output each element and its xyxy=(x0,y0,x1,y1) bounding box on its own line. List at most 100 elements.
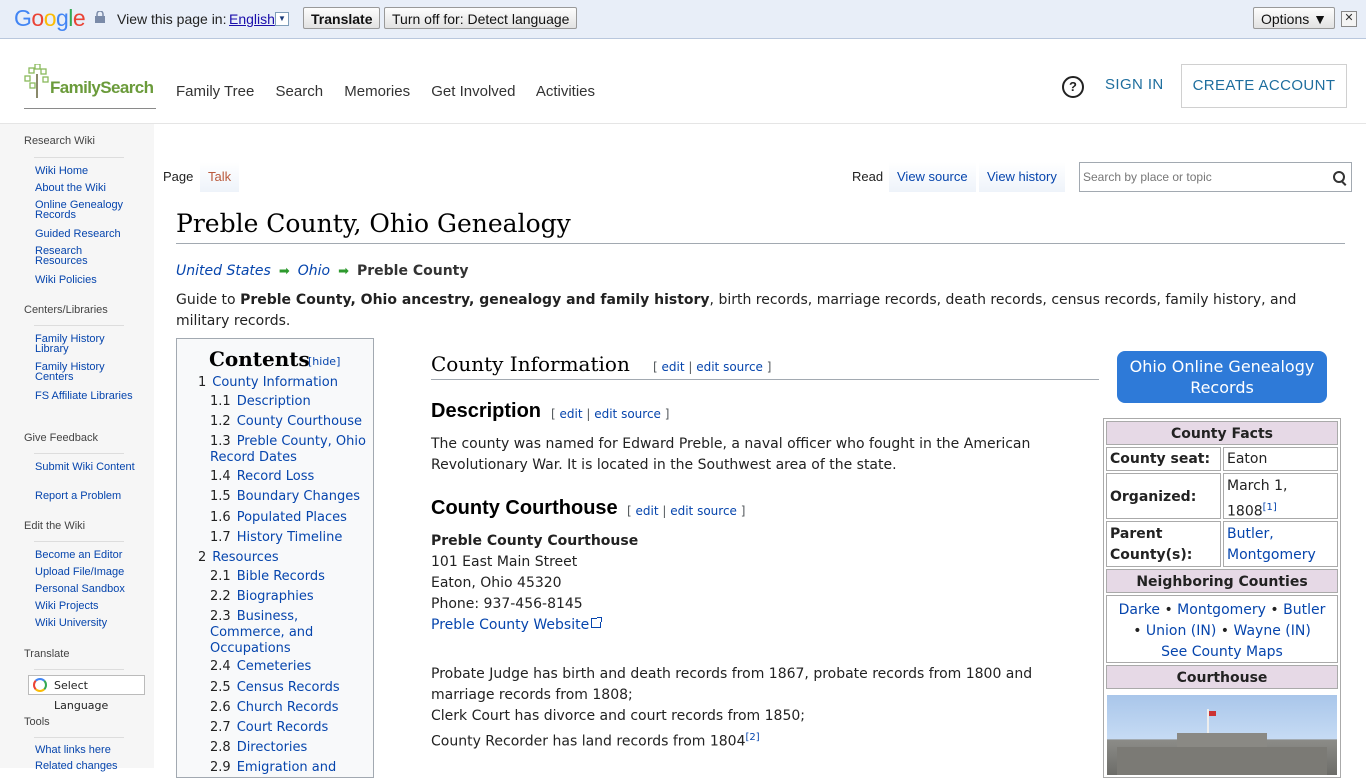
toc-hide-toggle[interactable]: [hide] xyxy=(308,355,340,368)
translate-bar: Google View this page in: English ▼ Tran… xyxy=(0,0,1366,39)
sidebar-item-wiki-university[interactable]: Wiki University xyxy=(35,618,135,629)
sidebar-item-guided-research[interactable]: Guided Research xyxy=(35,229,135,240)
toc-item[interactable]: 1.1 Description xyxy=(210,394,311,410)
toc-item[interactable]: 2.4 Cemeteries xyxy=(210,659,311,675)
toc-item[interactable]: 1 County Information xyxy=(198,375,338,391)
tab-read[interactable]: Read xyxy=(844,162,892,192)
nav-get-involved[interactable]: Get Involved xyxy=(431,83,515,100)
sign-in-link[interactable]: SIGN IN xyxy=(1105,76,1164,93)
sidebar-item-submit-content[interactable]: Submit Wiki Content xyxy=(35,462,135,473)
search-input[interactable]: Search by place or topic xyxy=(1079,162,1352,192)
toc-item[interactable]: 1.5 Boundary Changes xyxy=(210,489,360,505)
toc-num: 1.3 xyxy=(210,434,231,449)
sidebar-heading-tools: Tools xyxy=(24,716,50,728)
reference-link[interactable]: [1] xyxy=(1263,502,1277,513)
tab-view-source[interactable]: View source xyxy=(889,162,976,192)
organized-value: March 1, 1808[1] xyxy=(1223,473,1338,520)
help-icon[interactable]: ? xyxy=(1062,76,1084,98)
language-link[interactable]: English xyxy=(229,11,275,27)
toc-item[interactable]: 2.9 Emigration and xyxy=(210,760,336,776)
close-icon[interactable]: ✕ xyxy=(1341,11,1357,27)
toc-item[interactable]: 1.3 Preble County, Ohio Record Dates xyxy=(210,434,370,466)
select-language-dropdown[interactable]: Select Language xyxy=(28,675,145,712)
section-heading-county-info: County Information xyxy=(431,352,630,376)
search-icon[interactable] xyxy=(1333,171,1345,183)
neighbor-link[interactable]: Wayne (IN) xyxy=(1234,623,1311,639)
tab-talk[interactable]: Talk xyxy=(200,162,240,192)
language-dropdown-icon[interactable]: ▼ xyxy=(275,12,289,26)
sidebar-item-wiki-projects[interactable]: Wiki Projects xyxy=(35,601,135,612)
sidebar-item-sandbox[interactable]: Personal Sandbox xyxy=(35,584,135,595)
toc-title: Contents xyxy=(209,347,310,371)
edit-source-link[interactable]: edit source xyxy=(696,360,763,374)
toc-item[interactable]: 2.8 Directories xyxy=(210,740,307,756)
neighbor-link[interactable]: Montgomery xyxy=(1177,602,1266,618)
toc-item[interactable]: 1.2 County Courthouse xyxy=(210,414,362,430)
sidebar-item-research-resources[interactable]: Research Resources xyxy=(35,246,135,267)
ohio-online-records-button[interactable]: Ohio Online Genealogy Records xyxy=(1117,351,1327,403)
sidebar-item-report-problem[interactable]: Report a Problem xyxy=(35,491,135,502)
sidebar-item-related-changes[interactable]: Related changes xyxy=(35,761,135,772)
seat-value: Eaton xyxy=(1223,447,1338,471)
familysearch-logo[interactable]: FamilySearch xyxy=(24,64,156,109)
neighbor-link[interactable]: Darke xyxy=(1119,602,1160,618)
breadcrumb-united-states[interactable]: United States xyxy=(176,263,271,279)
toc-num: 1 xyxy=(198,375,207,390)
logo-text: FamilySearch xyxy=(50,78,154,97)
toc-item[interactable]: 2.3 Business, Commerce, and Occupations xyxy=(210,609,350,657)
sidebar-item-what-links-here[interactable]: What links here xyxy=(35,745,135,756)
parent-county-link[interactable]: Butler, xyxy=(1227,526,1274,542)
toc-label: Directories xyxy=(236,740,308,755)
sidebar-item-fh-library[interactable]: Family History Library xyxy=(35,334,135,355)
neighbor-link[interactable]: Butler xyxy=(1283,602,1325,618)
county-website-link[interactable]: Preble County Website xyxy=(431,617,603,633)
turn-off-button[interactable]: Turn off for: Detect language xyxy=(384,7,578,29)
toc-label: Preble County, Ohio Record Dates xyxy=(210,434,366,465)
toc-item[interactable]: 2.6 Church Records xyxy=(210,700,339,716)
edit-link[interactable]: edit xyxy=(636,504,659,518)
table-of-contents: Contents [hide] 1 County Information 1.1 D… xyxy=(176,338,374,778)
page-title: Preble County, Ohio Genealogy xyxy=(176,209,571,238)
toc-item[interactable]: 1.7 History Timeline xyxy=(210,530,342,546)
edit-link[interactable]: edit xyxy=(662,360,685,374)
parent-county-link[interactable]: Montgomery xyxy=(1227,547,1316,563)
nav-memories[interactable]: Memories xyxy=(344,83,410,100)
edit-source-link[interactable]: edit source xyxy=(670,504,737,518)
nav-activities[interactable]: Activities xyxy=(536,83,595,100)
create-account-button[interactable]: CREATE ACCOUNT xyxy=(1181,64,1347,108)
toc-item[interactable]: 1.6 Populated Places xyxy=(210,510,347,526)
options-button[interactable]: Options ▼ xyxy=(1253,7,1335,29)
sidebar-item-upload-file[interactable]: Upload File/Image xyxy=(35,567,135,578)
neighbor-link[interactable]: Union (IN) xyxy=(1146,623,1216,639)
reference-link[interactable]: [2] xyxy=(746,732,760,743)
edit-link[interactable]: edit xyxy=(560,407,583,421)
translate-button[interactable]: Translate xyxy=(303,7,381,29)
sidebar-item-wiki-home[interactable]: Wiki Home xyxy=(35,166,135,177)
nav-family-tree[interactable]: Family Tree xyxy=(176,83,254,100)
toc-item[interactable]: 1.4 Record Loss xyxy=(210,469,314,485)
sidebar-item-affiliate-libraries[interactable]: FS Affiliate Libraries xyxy=(35,391,135,402)
toc-item[interactable]: 2.5 Census Records xyxy=(210,680,340,696)
tab-view-history[interactable]: View history xyxy=(979,162,1065,192)
sidebar-heading-feedback: Give Feedback xyxy=(24,432,98,444)
toc-item[interactable]: 2.7 Court Records xyxy=(210,720,328,736)
sidebar-item-become-editor[interactable]: Become an Editor xyxy=(35,550,135,561)
nav-search[interactable]: Search xyxy=(276,83,324,100)
organized-label: Organized: xyxy=(1106,473,1221,519)
sidebar-divider xyxy=(34,325,124,326)
toc-item[interactable]: 2 Resources xyxy=(198,550,279,566)
toc-label: History Timeline xyxy=(236,530,343,545)
courthouse-photo[interactable] xyxy=(1107,695,1337,775)
sidebar-item-about-wiki[interactable]: About the Wiki xyxy=(35,183,135,194)
sidebar-item-fh-centers[interactable]: Family History Centers xyxy=(35,362,135,383)
phone-number: Phone: 937-456-8145 xyxy=(431,596,583,612)
tab-page[interactable]: Page xyxy=(155,162,202,192)
toc-item[interactable]: 2.2 Biographies xyxy=(210,589,314,605)
sidebar-item-wiki-policies[interactable]: Wiki Policies xyxy=(35,275,135,286)
edit-source-link[interactable]: edit source xyxy=(594,407,661,421)
sidebar-item-online-records[interactable]: Online Genealogy Records xyxy=(35,200,135,221)
toc-item[interactable]: 2.1 Bible Records xyxy=(210,569,325,585)
toc-num: 2.3 xyxy=(210,609,231,624)
see-county-maps-link[interactable]: See County Maps xyxy=(1161,644,1283,660)
breadcrumb-ohio[interactable]: Ohio xyxy=(298,263,330,279)
